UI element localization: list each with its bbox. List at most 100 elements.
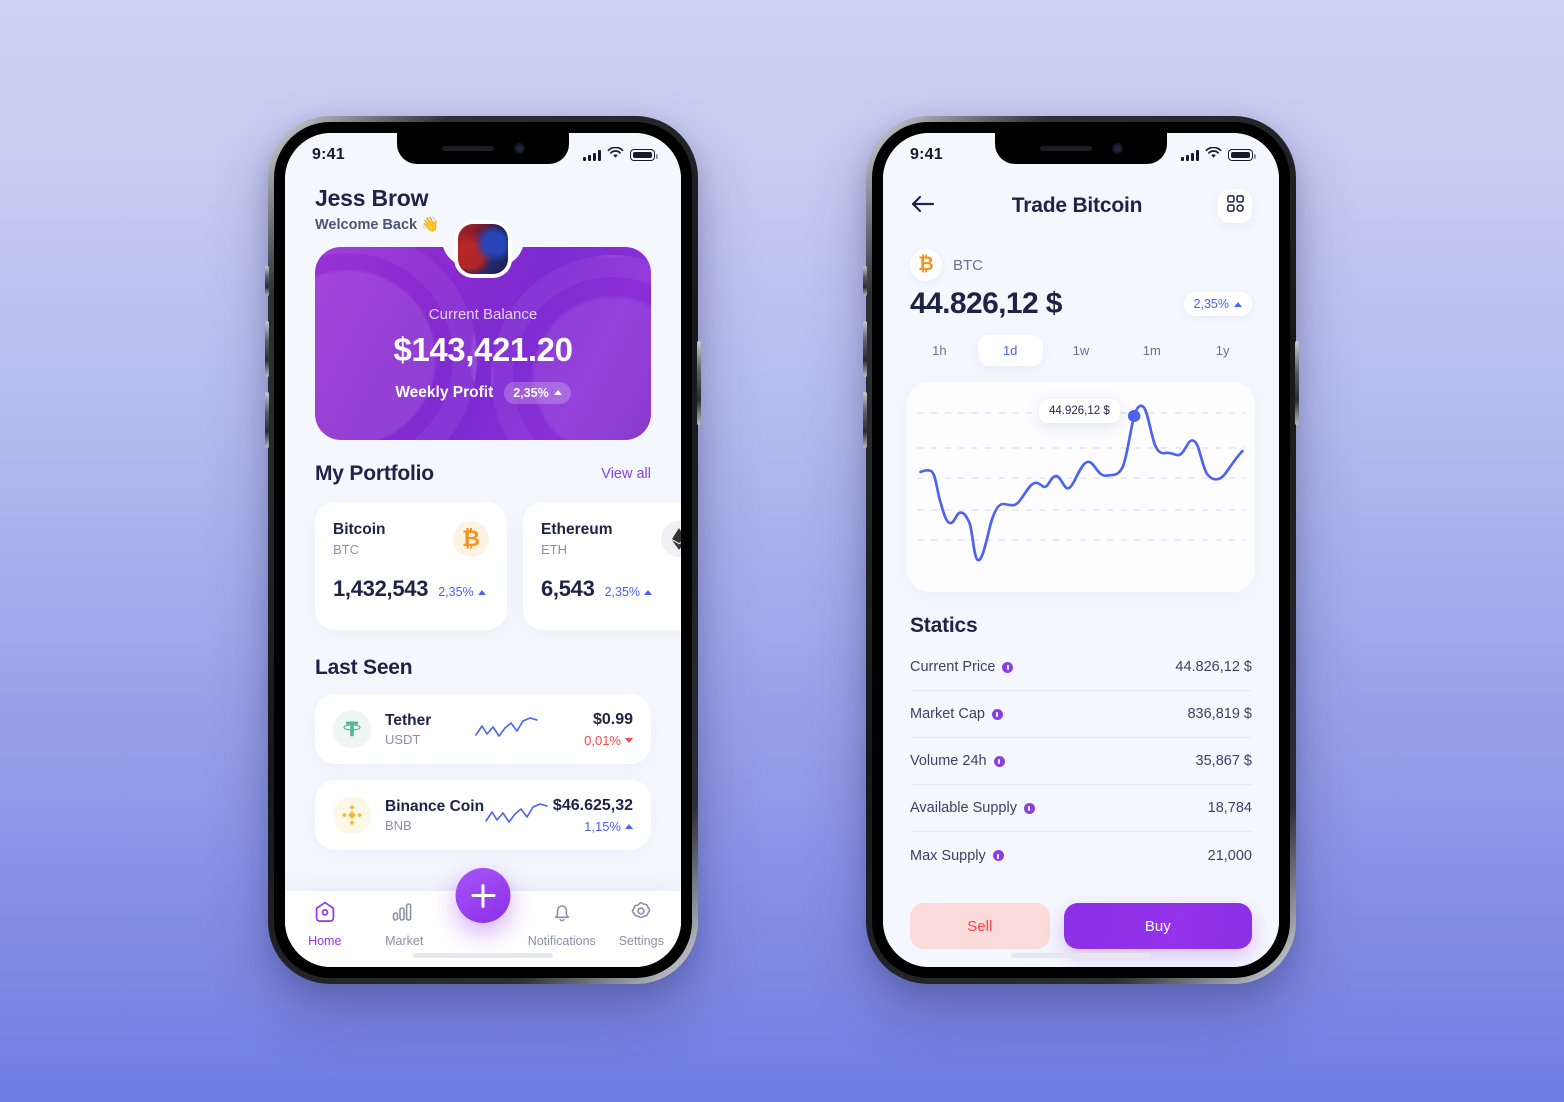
back-button[interactable] [910, 194, 936, 219]
home-indicator[interactable] [1011, 953, 1151, 958]
table-row: Max Supply 21,000 [910, 832, 1252, 879]
stat-value: 836,819 $ [1187, 706, 1252, 722]
coin-change: 1,15% [553, 819, 633, 834]
caret-down-icon [625, 737, 633, 743]
page-title: Jess Brow [315, 185, 429, 211]
portfolio-view-all-link[interactable]: View all [601, 466, 651, 482]
portfolio-card-bitcoin[interactable]: Bitcoin BTC ₿ 1,432,543 2,35% [315, 502, 507, 630]
portfolio-card-ethereum[interactable]: Ethereum ETH 6,543 2,35% [523, 502, 681, 630]
mute-switch[interactable] [863, 266, 867, 296]
range-1m[interactable]: 1m [1119, 335, 1184, 366]
stat-label: Market Cap [910, 706, 985, 722]
weekly-profit-label: Weekly Profit [395, 383, 494, 401]
coin-name: Binance Coin [385, 797, 485, 815]
stat-value: 18,784 [1207, 800, 1252, 816]
range-1h[interactable]: 1h [907, 335, 972, 366]
power-button[interactable] [697, 341, 701, 425]
tab-label: Notifications [527, 934, 596, 948]
wifi-icon [1205, 146, 1222, 164]
status-time: 9:41 [312, 146, 345, 163]
avatar[interactable] [454, 220, 512, 278]
volume-up-button[interactable] [265, 321, 269, 377]
stat-value: 35,867 $ [1195, 753, 1252, 769]
caret-up-icon [644, 589, 653, 595]
info-icon[interactable] [992, 850, 1004, 861]
info-icon[interactable] [993, 755, 1005, 767]
front-camera [513, 143, 525, 154]
page-title: Trade Bitcoin [1011, 194, 1143, 217]
tab-settings[interactable]: Settings [602, 901, 682, 948]
coin-change: 0,01% [584, 733, 633, 748]
stat-value: 44.826,12 $ [1175, 659, 1252, 675]
portfolio-coin-symbol: BTC [333, 542, 359, 557]
grid-menu-button[interactable] [1218, 189, 1252, 223]
avatar-image [458, 224, 508, 274]
statics-list: Current Price 44.826,12 $ Market Cap 836… [883, 644, 1279, 879]
time-range-selector: 1h 1d 1w 1m 1y [883, 321, 1279, 366]
speaker-grille [441, 146, 494, 151]
portfolio-coin-value: 6,543 [541, 576, 595, 601]
bitcoin-icon: ₿ [453, 521, 489, 557]
buy-button[interactable]: Buy [1063, 903, 1252, 949]
stat-value: 21,000 [1207, 847, 1252, 864]
info-icon[interactable] [1002, 661, 1014, 673]
notch [995, 133, 1167, 164]
binance-icon [333, 796, 371, 834]
home-screen: 9:41 Jess Brow Welcome Back 👋 Current Ba… [285, 133, 681, 967]
tab-notifications[interactable]: Notifications [522, 901, 602, 948]
status-time: 9:41 [910, 146, 943, 163]
balance-label: Current Balance [428, 305, 538, 323]
front-camera [1111, 143, 1123, 154]
cellular-signal-icon [1181, 149, 1199, 161]
mute-switch[interactable] [265, 266, 269, 296]
sparkline-chart [484, 801, 553, 829]
sell-button[interactable]: Sell [910, 903, 1050, 949]
change-value: 2,35% [438, 585, 474, 599]
caret-up-icon [553, 390, 562, 395]
list-item[interactable]: Binance Coin BNB $46.625,32 1,15% [315, 780, 651, 850]
coin-symbol: BNB [385, 817, 412, 833]
home-indicator[interactable] [413, 953, 553, 958]
coin-price: $0.99 [592, 710, 633, 728]
last-seen-title: Last Seen [315, 656, 413, 679]
home-icon [314, 901, 336, 928]
weekly-profit-badge: 2,35% [504, 381, 571, 404]
change-value: 2,35% [1193, 297, 1229, 311]
volume-down-button[interactable] [863, 392, 867, 448]
current-price: 44.826,12 $ [910, 287, 1062, 320]
volume-up-button[interactable] [863, 321, 867, 377]
power-button[interactable] [1295, 341, 1299, 425]
last-seen-list: Tether USDT $0.99 0,01% Binance Coin BNB… [285, 694, 681, 850]
tab-label: Market [385, 934, 424, 948]
info-icon[interactable] [1023, 802, 1035, 814]
coin-symbol: USDT [385, 731, 421, 747]
portfolio-coin-value: 1,432,543 [333, 576, 429, 601]
weekly-profit-value: 2,35% [513, 385, 549, 400]
caret-up-icon [625, 823, 633, 829]
tether-icon [333, 710, 371, 748]
caret-up-icon [477, 589, 486, 595]
info-icon[interactable] [991, 708, 1003, 720]
tab-label: Home [308, 934, 342, 948]
phone-right: 9:41 Trade Bitcoin ₿ BTC 44.826,12 $ 2,3… [863, 116, 1299, 984]
ethereum-icon [661, 521, 681, 557]
stat-label: Current Price [910, 659, 996, 675]
change-value: 2,35% [604, 585, 641, 599]
battery-icon [630, 149, 658, 161]
range-1y[interactable]: 1y [1190, 335, 1255, 366]
notch [397, 133, 569, 164]
change-value: 0,01% [584, 732, 621, 748]
portfolio-coin-change: 2,35% [604, 585, 653, 599]
volume-down-button[interactable] [265, 392, 269, 448]
range-1d[interactable]: 1d [977, 335, 1043, 366]
add-button[interactable] [455, 868, 511, 923]
tab-label: Settings [618, 934, 664, 948]
portfolio-coin-symbol: ETH [541, 542, 567, 557]
coin-price: $46.625,32 [552, 796, 633, 814]
range-1w[interactable]: 1w [1049, 335, 1114, 366]
list-item[interactable]: Tether USDT $0.99 0,01% [315, 694, 651, 764]
table-row: Market Cap 836,819 $ [910, 691, 1252, 738]
price-chart[interactable]: 44.926,12 $ [907, 382, 1255, 592]
tab-market[interactable]: Market [365, 901, 445, 948]
tab-home[interactable]: Home [285, 901, 365, 948]
